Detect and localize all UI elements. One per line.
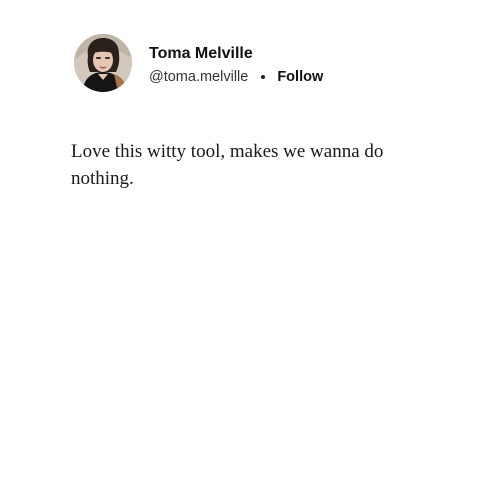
author-meta-row: @toma.melville Follow	[149, 68, 469, 86]
separator-dot	[261, 75, 266, 79]
post-body-text: Love this witty tool, makes we wanna do …	[71, 141, 384, 189]
author-display-name[interactable]: Toma Melville	[149, 44, 469, 64]
author-identity: Toma Melville @toma.melville Follow	[149, 44, 469, 86]
avatar-photo-image	[74, 34, 132, 92]
follow-button[interactable]: Follow	[277, 68, 323, 86]
author-avatar[interactable]	[74, 34, 132, 92]
author-handle[interactable]: @toma.melville	[149, 68, 248, 86]
post-card: Toma Melville @toma.melville Follow Love…	[0, 0, 500, 500]
